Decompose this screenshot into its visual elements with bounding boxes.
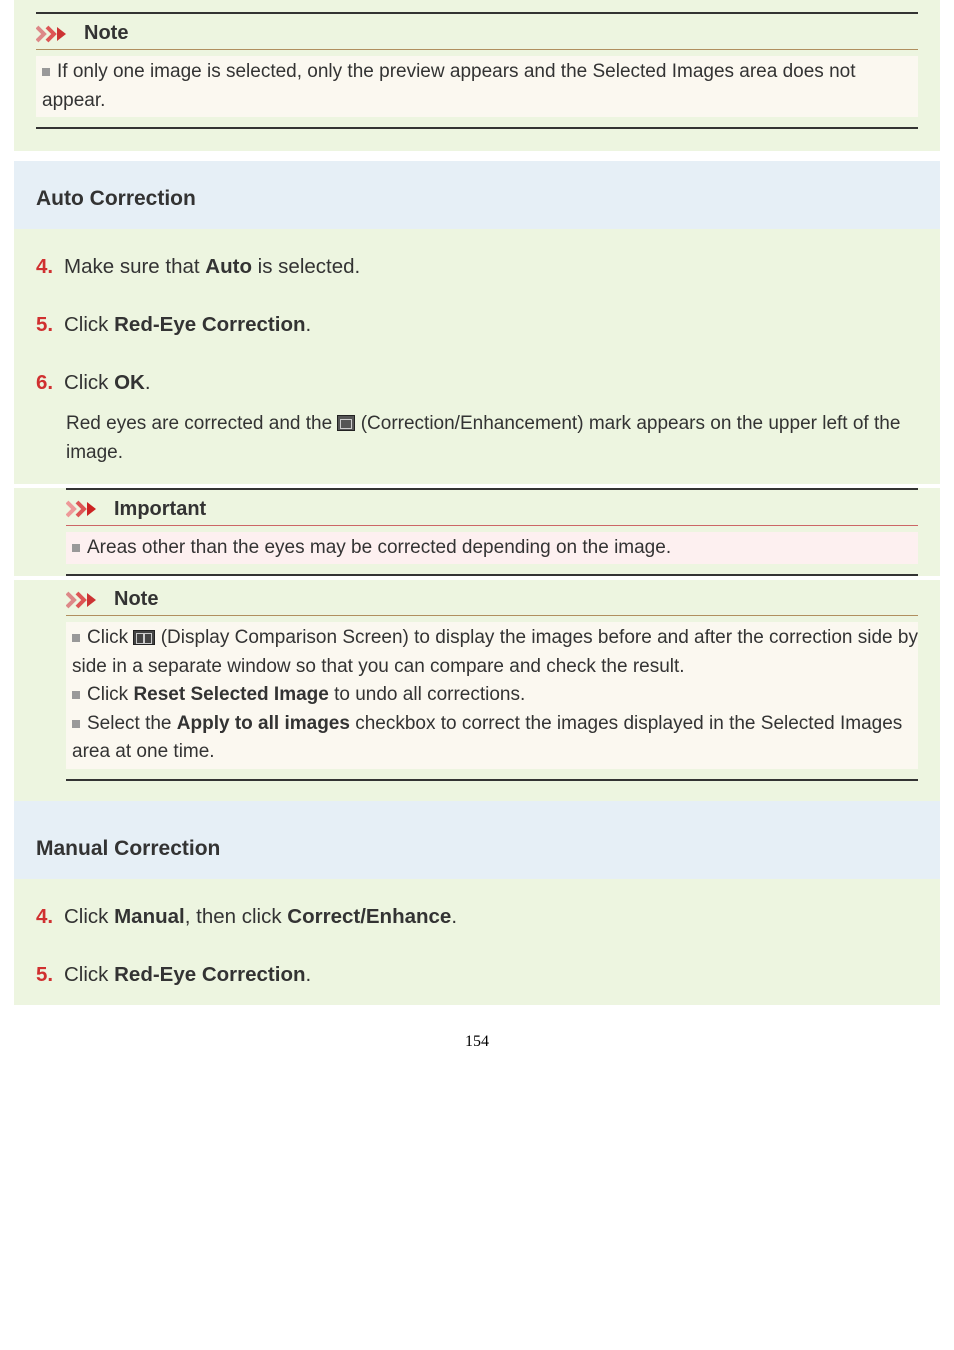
b2-pre: Click [87,684,133,705]
note-callout: Note If only one image is selected, only… [36,12,918,129]
important-callout: Important Areas other than the eyes may … [66,488,918,577]
step-bold: OK [114,371,145,394]
note-bullet-2: Click Reset Selected Image to undo all c… [66,681,918,710]
step-post: . [145,371,151,394]
important-body: Areas other than the eyes may be correct… [66,532,918,565]
step-bold: Red-Eye Correction [114,313,305,336]
b2-bold: Reset Selected Image [133,684,328,705]
important-header: Important [66,494,918,526]
step-post: . [451,905,457,928]
page-number: 154 [0,1005,954,1059]
step-post: is selected. [252,255,360,278]
step-pre: Click [64,371,114,394]
note-body: Click (Display Comparison Screen) to dis… [66,622,918,769]
step-number: 5. [36,313,64,337]
compare-screen-icon [133,630,155,645]
step-pre: Click [64,313,114,336]
step-text: Click OK. [64,371,918,395]
step-bold1: Manual [114,905,185,928]
step-number: 5. [36,963,64,987]
bullet-icon [72,720,80,728]
note-bullet-1: Click (Display Comparison Screen) to dis… [66,624,918,681]
note-body: If only one image is selected, only the … [36,56,918,117]
note-callout: Note Click (Display Comparison Screen) t… [66,580,918,781]
bullet-icon [42,68,50,76]
step-4: 4. Make sure that Auto is selected. [14,229,940,289]
note-title: Note [114,588,158,611]
step-text: Make sure that Auto is selected. [64,255,918,279]
bullet-icon [72,544,80,552]
b1-post: (Display Comparison Screen) to display t… [72,627,918,677]
correction-mark-icon [337,415,355,431]
note-header: Note [36,18,918,50]
auto-correction-heading: Auto Correction [14,169,940,229]
manual-step-5: 5. Click Red-Eye Correction. [14,939,940,1005]
bullet-icon [72,691,80,699]
b3-pre: Select the [87,713,177,734]
chevron-important-icon [66,500,108,518]
step-6: 6. Click OK. [14,347,940,405]
step-6-body: Red eyes are corrected and the (Correcti… [14,405,940,484]
b1-pre: Click [87,627,133,648]
note2-wrapper: Note Click (Display Comparison Screen) t… [14,580,940,801]
note-bullet-3: Select the Apply to all images checkbox … [66,710,918,767]
body-part1: Red eyes are corrected and the [66,413,337,434]
bullet-icon [72,634,80,642]
important-text: Areas other than the eyes may be correct… [87,537,671,558]
step-pre: Click [64,905,114,928]
note-text: If only one image is selected, only the … [42,61,856,111]
step-number: 4. [36,255,64,279]
note-title: Note [84,22,128,45]
section-divider [14,161,940,169]
chevron-note-icon [66,591,108,609]
important-wrapper: Important Areas other than the eyes may … [14,488,940,577]
section-divider [14,801,940,809]
manual-step-4: 4. Click Manual, then click Correct/Enha… [14,879,940,939]
step-post: . [306,313,312,336]
step-bold: Red-Eye Correction [114,963,305,986]
step-text: Click Red-Eye Correction. [64,313,918,337]
step-pre: Make sure that [64,255,205,278]
step-pre: Click [64,963,114,986]
important-title: Important [114,498,206,521]
b2-post: to undo all corrections. [329,684,525,705]
step-number: 4. [36,905,64,929]
step-text: Click Red-Eye Correction. [64,963,918,987]
step-post: . [306,963,312,986]
step-number: 6. [36,371,64,395]
step-bold2: Correct/Enhance [287,905,451,928]
step-bold: Auto [205,255,252,278]
document-page: Note If only one image is selected, only… [0,0,954,1099]
step-mid: , then click [185,905,288,928]
step-5: 5. Click Red-Eye Correction. [14,289,940,347]
chevron-note-icon [36,25,78,43]
top-note-block: Note If only one image is selected, only… [14,0,940,151]
note-header: Note [66,584,918,616]
b3-bold: Apply to all images [177,713,350,734]
step-text: Click Manual, then click Correct/Enhance… [64,905,918,929]
manual-correction-heading: Manual Correction [14,809,940,879]
